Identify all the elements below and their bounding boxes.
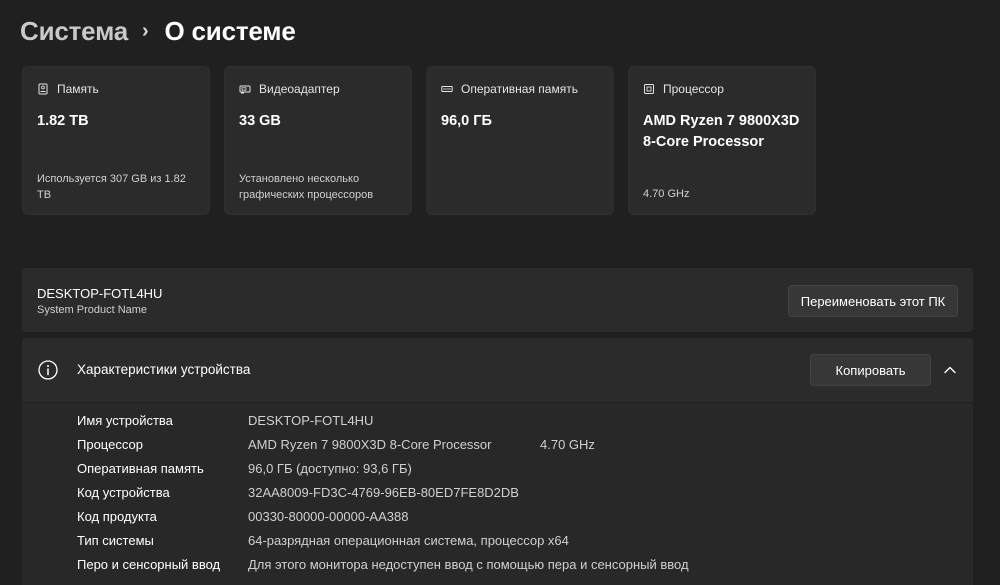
storage-card-label: Память [57,82,99,96]
device-name-row: DESKTOP-FOTL4HU System Product Name Пере… [22,268,973,332]
spec-value: 32AA8009-FD3C-4769-96EB-80ED7FE8D2DB [248,485,519,500]
processor-card-value: AMD Ryzen 7 9800X3D 8-Core Processor [643,113,800,150]
breadcrumb-separator-icon: › [142,19,149,42]
display-adapter-card[interactable]: Видеоадаптер 33 GB Установлено несколько… [224,66,412,215]
copy-specs-button[interactable]: Копировать [810,354,931,386]
spec-value: DESKTOP-FOTL4HU [248,413,374,428]
storage-icon [38,83,48,95]
ram-card[interactable]: Оперативная память 96,0 ГБ [426,66,614,215]
breadcrumb: Система › О системе [20,14,296,48]
breadcrumb-parent-system[interactable]: Система [20,16,128,47]
chevron-up-icon[interactable] [942,362,958,378]
device-name: DESKTOP-FOTL4HU [37,286,163,301]
processor-card-note: 4.70 GHz [643,188,690,200]
device-specs-header[interactable]: Характеристики устройства Копировать [22,338,973,402]
display-adapter-icon [239,85,251,94]
spec-label: Перо и сенсорный ввод [77,557,221,572]
device-specs-list: Имя устройства DESKTOP-FOTL4HU Процессор… [22,403,973,585]
about-page: Система › О системе Память 1.82 TB Испол… [0,0,1000,585]
spec-label: Процессор [77,437,143,452]
display-adapter-card-note: Установлено несколько графических процес… [239,173,374,201]
spec-value: 96,0 ГБ (доступно: 93,6 ГБ) [248,461,412,476]
spec-value: 00330-80000-00000-AA388 [248,509,409,524]
spec-label: Оперативная память [77,461,204,476]
spec-value: AMD Ryzen 7 9800X3D 8-Core Processor [248,437,492,452]
display-adapter-card-value: 33 GB [239,113,281,129]
spec-processor-speed: 4.70 GHz [540,437,595,452]
info-icon [38,360,58,380]
processor-card[interactable]: Процессор AMD Ryzen 7 9800X3D 8-Core Pro… [628,66,816,215]
ram-card-label: Оперативная память [461,82,578,96]
ram-card-value: 96,0 ГБ [441,113,492,129]
processor-card-header: Процессор [643,82,724,96]
device-specs-title: Характеристики устройства [77,362,251,377]
spec-value: Для этого монитора недоступен ввод с пом… [248,557,689,572]
storage-card[interactable]: Память 1.82 TB Используется 307 GB из 1.… [22,66,210,215]
spec-label: Имя устройства [77,413,173,428]
spec-label: Код устройства [77,485,170,500]
ram-icon [441,86,453,92]
rename-pc-button[interactable]: Переименовать этот ПК [788,285,958,317]
device-product-name: System Product Name [37,304,148,316]
storage-card-note: Используется 307 GB из 1.82 TB [37,173,186,201]
storage-card-value: 1.82 TB [37,113,89,129]
processor-icon [644,84,654,94]
spec-label: Код продукта [77,509,157,524]
page-title: О системе [164,15,296,46]
storage-card-header: Память [37,82,99,96]
spec-value: 64-разрядная операционная система, проце… [248,533,569,548]
spec-label: Тип системы [77,533,154,548]
display-adapter-card-header: Видеоадаптер [239,82,340,96]
processor-card-label: Процессор [663,82,724,96]
ram-card-header: Оперативная память [441,82,578,96]
display-adapter-card-label: Видеоадаптер [259,82,340,96]
